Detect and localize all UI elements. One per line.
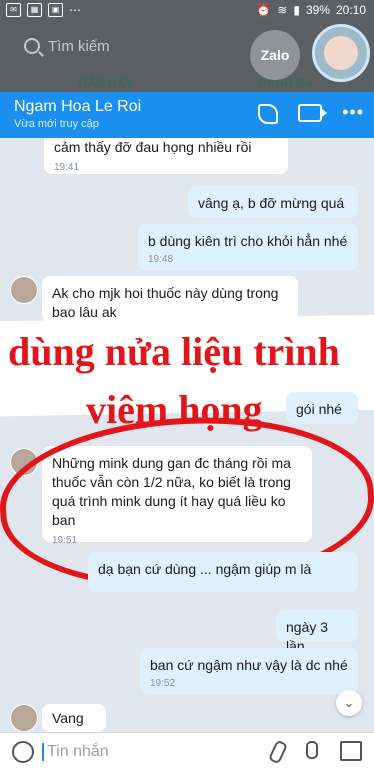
message-text: cảm thấy đỡ đau họng nhiều rồi — [54, 139, 252, 155]
clock: 20:10 — [335, 3, 366, 17]
tab-recent[interactable]: GẦN ĐÂY — [78, 76, 133, 90]
message-time: 19:52 — [150, 678, 176, 689]
message-text: gói nhé — [296, 401, 342, 417]
image-icon[interactable] — [340, 741, 362, 761]
message-bubble: vâng ạ, b đỡ mừng quá — [188, 186, 358, 218]
search-placeholder: Tìm kiếm — [48, 37, 110, 55]
message-input[interactable]: Tin nhắn — [42, 743, 109, 761]
message-text: ban cứ ngậm như vậy là dc nhé — [150, 657, 348, 673]
zalo-logo[interactable]: Zalo — [250, 30, 300, 80]
scroll-down-button[interactable]: ⌄ — [336, 690, 362, 716]
message-bubble: Vang — [42, 704, 106, 732]
status-bar: ✉ ▦ ▣ ⋯ ⏰ ≋ ▮ 39% 20:10 — [0, 0, 374, 22]
wifi-icon: ≋ — [277, 3, 288, 17]
more-icon: ⋯ — [69, 3, 81, 17]
contact-status: Vừa mới truy cập — [14, 118, 99, 130]
signal-icon: ▮ — [293, 3, 300, 17]
more-options-icon[interactable]: ••• — [342, 103, 364, 124]
avatar-face — [324, 36, 358, 70]
notification-icon: ▦ — [27, 3, 42, 17]
attachment-icon[interactable] — [267, 739, 289, 765]
message-text: dạ bạn cứ dùng ... ngậm giúp m là — [98, 561, 312, 577]
message-time: 19:41 — [54, 162, 80, 173]
phone-icon[interactable] — [258, 104, 279, 124]
message-bubble: ban cứ ngậm như vậy là dc nhé 19:52 — [140, 648, 358, 694]
message-text: Ak cho mjk hoi thuốc này dùng trong bao … — [52, 285, 279, 320]
contact-name[interactable]: Ngam Hoa Le Roi — [14, 98, 141, 116]
message-time: 19:48 — [148, 254, 174, 265]
overlay-caption-line1: dùng nửa liệu trình — [8, 329, 340, 374]
notification-icon: ✉ — [6, 3, 21, 17]
message-bubble: b dùng kiên trì cho khỏi hẳn nhé 19:48 — [138, 224, 358, 270]
alarm-icon: ⏰ — [256, 3, 272, 17]
battery-level: 39% — [305, 3, 330, 17]
message-text: vâng ạ, b đỡ mừng quá — [198, 195, 345, 211]
chat-head-avatar[interactable] — [312, 24, 370, 82]
message-text: Vang — [52, 710, 84, 726]
microphone-icon[interactable] — [306, 741, 318, 759]
message-bubble: dạ bạn cứ dùng ... ngậm giúp m là — [88, 552, 358, 592]
video-call-icon[interactable] — [298, 104, 328, 122]
search-box[interactable]: Tìm kiếm — [24, 32, 234, 60]
message-bubble: cảm thấy đỡ đau họng nhiều rồi 19:41 — [44, 138, 288, 174]
gallery-icon: ▣ — [48, 3, 63, 17]
chat-header: Ngam Hoa Le Roi Vừa mới truy cập ••• — [0, 92, 374, 138]
avatar[interactable] — [10, 704, 38, 732]
message-bubble: Ak cho mjk hoi thuốc này dùng trong bao … — [42, 276, 298, 322]
search-icon — [24, 38, 40, 54]
message-input-bar: Tin nhắn — [0, 732, 374, 773]
message-text: b dùng kiên trì cho khỏi hẳn nhé — [148, 233, 348, 249]
avatar[interactable] — [10, 276, 38, 304]
emoji-icon[interactable] — [12, 741, 34, 763]
message-bubble: gói nhé — [286, 392, 358, 424]
message-bubble: ngày 3 lần — [276, 610, 358, 654]
